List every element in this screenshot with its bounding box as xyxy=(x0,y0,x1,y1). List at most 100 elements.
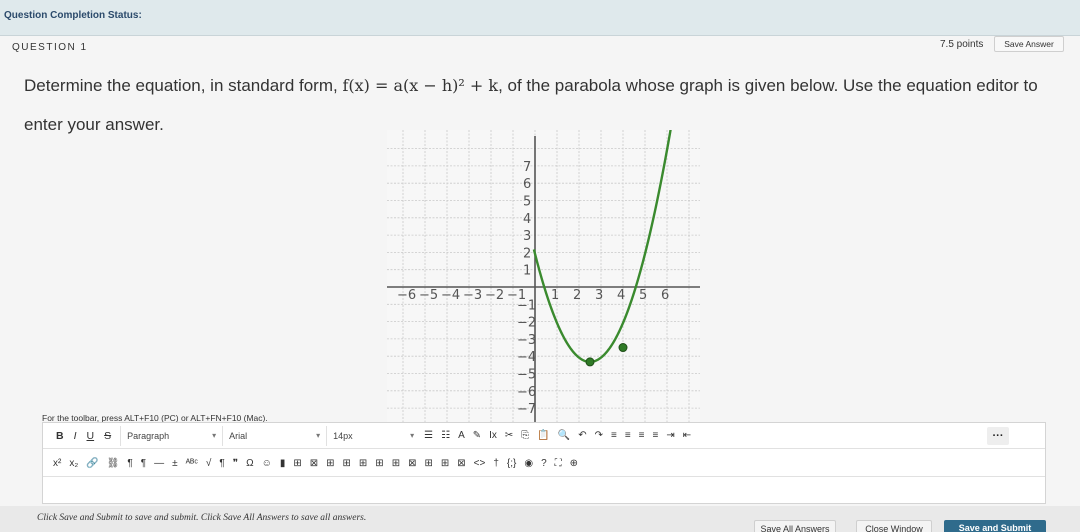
paragraph-format-value: Paragraph xyxy=(127,430,170,441)
toolbar-row2-icon-18[interactable]: ⊞ xyxy=(339,454,355,474)
close-window-button[interactable]: Close Window xyxy=(856,520,932,532)
toolbar-row1-icon-13[interactable]: ≡ xyxy=(635,426,649,446)
toolbar-row2-icon-31[interactable]: ⛶ xyxy=(551,454,566,474)
toolbar-row1-icon-10[interactable]: ↷ xyxy=(591,426,607,446)
toolbar-row1-icon-3[interactable]: ✎ xyxy=(469,426,485,446)
toolbar-row2-icon-11[interactable]: ❞ xyxy=(229,454,242,474)
x-tick-label: 5 xyxy=(639,288,647,303)
toolbar-row2-icon-30[interactable]: ? xyxy=(537,454,551,474)
toolbar-row1-icon-12[interactable]: ≡ xyxy=(621,426,635,446)
completion-status-label: Question Completion Status: xyxy=(4,10,142,21)
y-tick-label: 7 xyxy=(523,160,531,175)
x-tick-label: −5 xyxy=(419,288,438,303)
strikethrough-button[interactable]: S xyxy=(99,426,116,446)
toolbar-row1-icon-8[interactable]: 🔍 xyxy=(554,426,574,446)
toolbar-row2-icon-0[interactable]: x² xyxy=(49,454,65,474)
toolbar-row2-icon-29[interactable]: ◉ xyxy=(520,454,537,474)
toolbar-row1-icon-16[interactable]: ⇤ xyxy=(679,426,695,446)
italic-button[interactable]: I xyxy=(69,426,82,446)
toolbar-row2-icon-9[interactable]: √ xyxy=(202,454,216,474)
save-answer-button[interactable]: Save Answer xyxy=(994,36,1064,52)
toolbar-row1-icon-1[interactable]: ☷ xyxy=(437,426,454,446)
toolbar-row1-icon-15[interactable]: ⇥ xyxy=(662,426,678,446)
toolbar-row2-icon-13[interactable]: ☺ xyxy=(258,454,276,474)
question-number: QUESTION 1 xyxy=(12,42,88,53)
y-tick-label: −6 xyxy=(517,385,536,400)
toolbar-row2-icon-15[interactable]: ⊞ xyxy=(289,454,305,474)
toolbar-row2-icon-24[interactable]: ⊞ xyxy=(437,454,453,474)
x-tick-label: −2 xyxy=(485,288,504,303)
chevron-down-icon: ▾ xyxy=(212,431,217,440)
toolbar-row2-icon-5[interactable]: ¶ xyxy=(137,454,150,474)
toolbar-row2-icon-28[interactable]: {;} xyxy=(503,454,520,474)
toolbar-row2-icon-1[interactable]: x₂ xyxy=(65,454,82,474)
prompt-equation: f(x) = a(x − h)² + k xyxy=(342,76,499,95)
toolbar-row1-icon-0[interactable]: ☰ xyxy=(420,426,437,446)
toolbar-row2-icon-3[interactable]: ⛓ xyxy=(103,454,124,474)
y-tick-label: 6 xyxy=(523,177,531,192)
y-tick-label: 5 xyxy=(523,195,531,210)
toolbar-row2-icon-10[interactable]: ¶ xyxy=(215,454,228,474)
y-tick-label: −4 xyxy=(517,350,536,365)
toolbar-row2-icon-4[interactable]: ¶ xyxy=(123,454,136,474)
toolbar-row2-icon-12[interactable]: Ω xyxy=(242,454,257,474)
y-tick-label: 1 xyxy=(523,264,531,279)
font-family-value: Arial xyxy=(229,430,248,441)
x-tick-label: 2 xyxy=(573,288,581,303)
footer-instructions: Click Save and Submit to save and submit… xyxy=(37,513,367,523)
toolbar-row2-icon-17[interactable]: ⊞ xyxy=(322,454,338,474)
x-tick-label: 1 xyxy=(551,288,559,303)
completion-status-bar: Question Completion Status: xyxy=(0,0,1080,36)
y-tick-label: −7 xyxy=(517,402,536,417)
x-tick-label: 3 xyxy=(595,288,603,303)
question-card: QUESTION 1 7.5 points Save Answer Determ… xyxy=(0,36,1080,506)
y-tick-label: 2 xyxy=(523,246,531,261)
bold-button[interactable]: B xyxy=(51,426,69,446)
toolbar-row2-icon-2[interactable]: 🔗 xyxy=(82,454,102,474)
toolbar-row-1: B I U S Paragraph ▾ Arial ▾ 14px ▾ ☰ ☷ A ✎ Ix ✂ ⎘… xyxy=(43,423,1045,449)
toolbar-row1-icon-6[interactable]: ⎘ xyxy=(517,426,533,446)
answer-editor[interactable]: B I U S Paragraph ▾ Arial ▾ 14px ▾ ☰ ☷ A ✎ Ix ✂ ⎘… xyxy=(42,422,1046,504)
toolbar-row2-icon-32[interactable]: ⊕ xyxy=(566,454,582,474)
toolbar-row1-icon-4[interactable]: Ix xyxy=(485,426,501,446)
graph-point-0 xyxy=(585,357,595,367)
toolbar-row2-icon-25[interactable]: ⊠ xyxy=(453,454,469,474)
y-tick-label: 3 xyxy=(523,229,531,244)
font-size-value: 14px xyxy=(333,430,353,441)
toolbar-row2-icon-16[interactable]: ⊠ xyxy=(306,454,322,474)
y-tick-label: −2 xyxy=(517,316,536,331)
more-options-button[interactable]: ··· xyxy=(987,426,1009,445)
toolbar-row2-icon-19[interactable]: ⊞ xyxy=(355,454,371,474)
toolbar-row-1-icons: ☰ ☷ A ✎ Ix ✂ ⎘ 📋 🔍 ↶ ↷ ≡ ≡ ≡ ≡ ⇥ ⇤ xyxy=(420,426,695,446)
font-size-select[interactable]: 14px ▾ xyxy=(326,425,420,446)
toolbar-row2-icon-6[interactable]: — xyxy=(150,454,168,474)
toolbar-row2-icon-14[interactable]: ▮ xyxy=(276,454,290,474)
y-tick-label: −5 xyxy=(517,368,536,383)
underline-button[interactable]: U xyxy=(82,426,100,446)
save-all-answers-button[interactable]: Save All Answers xyxy=(754,520,836,532)
toolbar-row2-icon-22[interactable]: ⊠ xyxy=(404,454,420,474)
toolbar-row2-icon-8[interactable]: ᴬᴮᶜ xyxy=(182,454,202,474)
x-tick-label: 6 xyxy=(661,288,669,303)
toolbar-row1-icon-11[interactable]: ≡ xyxy=(607,426,621,446)
toolbar-row1-icon-9[interactable]: ↶ xyxy=(574,426,590,446)
y-tick-label: 4 xyxy=(523,212,531,227)
save-and-submit-button[interactable]: Save and Submit xyxy=(944,520,1046,532)
toolbar-row2-icon-20[interactable]: ⊞ xyxy=(371,454,387,474)
toolbar-row1-icon-5[interactable]: ✂ xyxy=(501,426,517,446)
toolbar-row2-icon-26[interactable]: <> xyxy=(470,454,490,474)
paragraph-format-select[interactable]: Paragraph ▾ xyxy=(120,425,222,446)
question-points: 7.5 points xyxy=(940,39,984,50)
font-family-select[interactable]: Arial ▾ xyxy=(222,425,326,446)
toolbar-row2-icon-7[interactable]: ± xyxy=(168,454,182,474)
graph-point-1 xyxy=(618,343,628,353)
toolbar-row2-icon-23[interactable]: ⊞ xyxy=(420,454,436,474)
toolbar-row2-icon-21[interactable]: ⊞ xyxy=(388,454,404,474)
chevron-down-icon: ▾ xyxy=(410,431,415,440)
x-tick-label: −3 xyxy=(463,288,482,303)
toolbar-row1-icon-7[interactable]: 📋 xyxy=(533,426,553,446)
parabola-graph: 7−6−5−4−3−2−11234567654321−1−2−3−4−5−6−7 xyxy=(387,130,700,444)
toolbar-row1-icon-14[interactable]: ≡ xyxy=(649,426,663,446)
toolbar-row2-icon-27[interactable]: † xyxy=(489,454,503,474)
toolbar-row1-icon-2[interactable]: A xyxy=(454,426,469,446)
